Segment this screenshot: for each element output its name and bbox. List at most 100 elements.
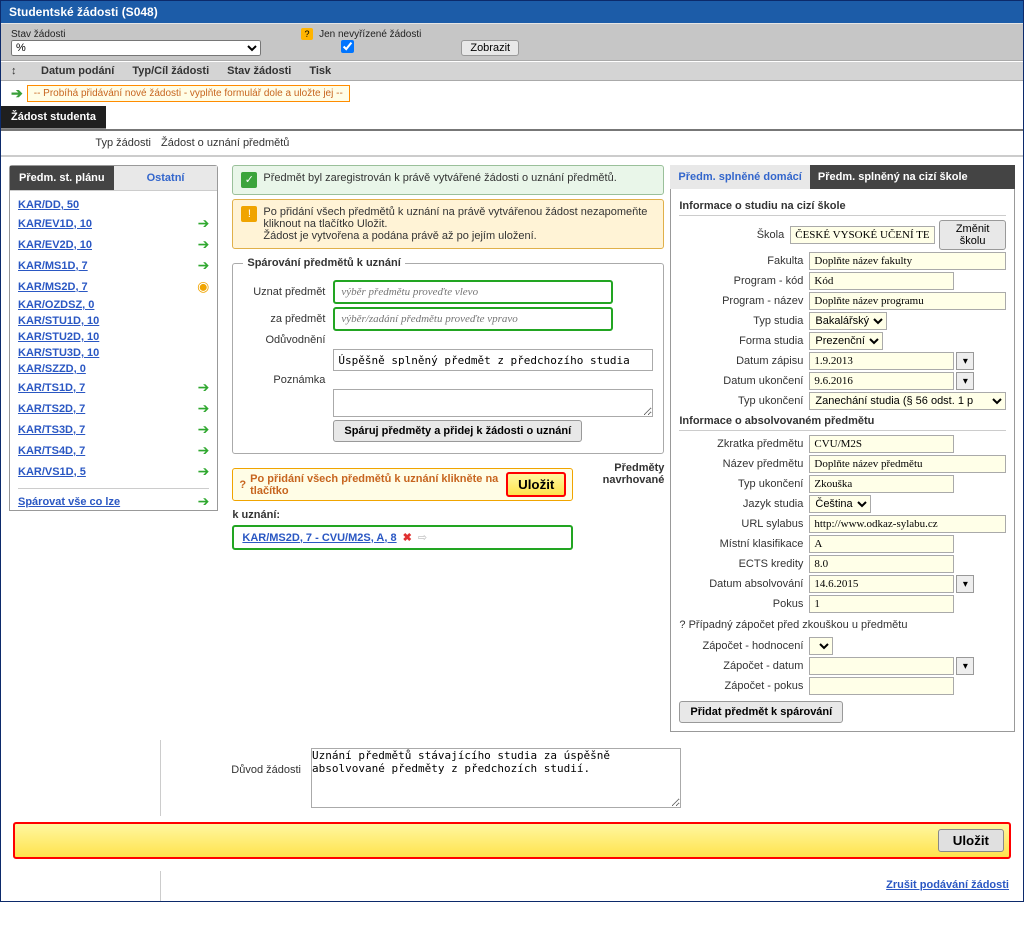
typ-ukonceni-select[interactable]: Zanechání studia (§ 56 odst. 1 p [809, 392, 1006, 410]
typ-studia-select[interactable]: Bakalářský [809, 312, 887, 330]
warn-icon: ! [241, 206, 257, 222]
list-item[interactable]: KAR/DD, 50 [18, 199, 79, 211]
shift-icon[interactable]: ⇨ [418, 531, 427, 544]
list-item[interactable]: KAR/STU3D, 10 [18, 347, 99, 359]
url-input[interactable] [809, 515, 1006, 533]
pridat-predmet-button[interactable]: Přidat předmět k spárování [679, 701, 843, 723]
help-icon[interactable]: ? [301, 28, 313, 40]
program-nazev-input[interactable] [809, 292, 1006, 310]
list-item[interactable]: KAR/SZZD, 0 [18, 363, 86, 375]
sparuj-button[interactable]: Spáruj předměty a přidej k žádosti o uzn… [333, 420, 582, 442]
reorder-icon[interactable]: ↕ [11, 65, 23, 77]
nazev-predmetu-input[interactable] [809, 455, 1006, 473]
ulozit-button[interactable]: Uložit [506, 472, 566, 497]
new-request-msg: -- Probíhá přidávání nové žádosti - vypl… [27, 85, 350, 102]
uznat-input[interactable] [333, 280, 613, 304]
list-item[interactable]: KAR/MS1D, 7 [18, 260, 88, 272]
main-save-bar: Uložit [13, 822, 1011, 859]
zadost-studenta-tab: Žádost studenta [1, 106, 106, 129]
oduv-input[interactable] [333, 349, 653, 371]
check-icon: ✓ [241, 172, 257, 188]
warn-icon: ◉ [197, 278, 209, 295]
sparovat-vse[interactable]: Spárovat vše co lze [18, 496, 120, 508]
calendar-icon[interactable]: ▾ [956, 657, 974, 675]
main-ulozit-button[interactable]: Uložit [938, 829, 1004, 852]
datum-ukonceni-input[interactable] [809, 372, 954, 390]
list-item[interactable]: KAR/OZDSZ, 0 [18, 299, 94, 311]
tab-predm-planu[interactable]: Předm. st. plánu [10, 166, 114, 190]
zrusit-link[interactable]: Zrušit podávání žádosti [886, 879, 1009, 891]
grid-header: ↕ Datum podání Typ/Cíl žádosti Stav žádo… [1, 61, 1023, 81]
zapocet-datum-input[interactable] [809, 657, 954, 675]
help-icon[interactable]: ? [239, 479, 246, 491]
stav-select[interactable]: % [11, 40, 261, 56]
proposed-item: KAR/MS2D, 7 - CVU/M2S, A, 8 ✖ ⇨ [232, 525, 573, 550]
zobrazit-button[interactable]: Zobrazit [461, 40, 519, 56]
list-item[interactable]: KAR/MS2D, 7 [18, 281, 88, 293]
zkratka-input[interactable] [809, 435, 954, 453]
list-item[interactable]: KAR/STU1D, 10 [18, 315, 99, 327]
save-hint: Po přidání všech předmětů k uznání klikn… [250, 473, 506, 497]
arrow-icon: ➔ [198, 215, 210, 232]
section-absolvovany: Informace o absolvovaném předmětu [679, 412, 1006, 431]
proposed-link[interactable]: KAR/MS2D, 7 - CVU/M2S, A, 8 [242, 532, 396, 544]
arrow-icon: ➔ [198, 493, 210, 510]
skola-input[interactable] [790, 226, 935, 244]
help-icon[interactable]: ? [679, 619, 685, 631]
zapocet-hodnoceni-select[interactable] [809, 637, 833, 655]
datum-zapisu-input[interactable] [809, 352, 954, 370]
list-item[interactable]: KAR/TS3D, 7 [18, 424, 85, 436]
new-request-row: ➔ -- Probíhá přidávání nové žádosti - vy… [1, 81, 1023, 106]
info-box: ✓ Předmět byl zaregistrován k právě vytv… [232, 165, 664, 195]
jazyk-select[interactable]: Čeština [809, 495, 871, 513]
calendar-icon[interactable]: ▾ [956, 575, 974, 593]
program-kod-input[interactable] [809, 272, 954, 290]
typ-ukonceni2-input[interactable] [809, 475, 954, 493]
zapocet-note: Případný zápočet před zkouškou u předmět… [689, 619, 908, 631]
arrow-icon: ➔ [198, 400, 210, 417]
col-stav[interactable]: Stav žádosti [227, 65, 291, 77]
zmenit-skolu-button[interactable]: Změnit školu [939, 220, 1006, 250]
subject-list[interactable]: KAR/DD, 50 KAR/EV1D, 10 ➔ KAR/EV2D, 10 ➔ K… [10, 190, 217, 510]
arrow-icon: ➔ [198, 442, 210, 459]
list-item[interactable]: KAR/TS2D, 7 [18, 403, 85, 415]
oduv-label: Odůvodnění [243, 334, 333, 346]
tab-splneny-cizi[interactable]: Předm. splněný na cizí škole [810, 165, 1015, 189]
pozn-input[interactable] [333, 389, 653, 417]
warn-box: ! Po přidání všech předmětů k uznání na … [232, 199, 664, 249]
list-item[interactable]: KAR/EV1D, 10 [18, 218, 92, 230]
forma-select[interactable]: Prezenční [809, 332, 883, 350]
duvod-textarea[interactable]: Uznání předmětů stávajícího studia za ús… [311, 748, 681, 808]
sparovani-fieldset: Spárování předmětů k uznání Uznat předmě… [232, 257, 664, 454]
arrow-icon: ➔ [198, 236, 210, 253]
list-item[interactable]: KAR/EV2D, 10 [18, 239, 92, 251]
jen-checkbox[interactable] [341, 40, 354, 53]
uznat-label: Uznat předmět [243, 286, 333, 298]
fakulta-input[interactable] [809, 252, 1006, 270]
col-typ[interactable]: Typ/Cíl žádosti [132, 65, 209, 77]
pokus-input[interactable] [809, 595, 954, 613]
tab-splnene-domaci[interactable]: Předm. splněné domácí [670, 165, 809, 189]
list-item[interactable]: KAR/VS1D, 5 [18, 466, 86, 478]
list-item[interactable]: KAR/TS4D, 7 [18, 445, 85, 457]
zapocet-pokus-input[interactable] [809, 677, 954, 695]
arrow-icon: ➔ [198, 257, 210, 274]
datum-absolv-input[interactable] [809, 575, 954, 593]
section-cizi-skola: Informace o studiu na cizí škole [679, 197, 1006, 216]
ects-input[interactable] [809, 555, 954, 573]
list-item[interactable]: KAR/TS1D, 7 [18, 382, 85, 394]
jen-label: Jen nevyřízené žádosti [319, 29, 421, 40]
arrow-icon: ➔ [198, 463, 210, 480]
remove-icon[interactable]: ✖ [403, 531, 412, 544]
typ-zadosti-label: Typ žádosti [1, 131, 161, 155]
klasifikace-input[interactable] [809, 535, 954, 553]
col-tisk[interactable]: Tisk [309, 65, 331, 77]
za-input[interactable] [333, 307, 613, 331]
calendar-icon[interactable]: ▾ [956, 372, 974, 390]
list-item[interactable]: KAR/STU2D, 10 [18, 331, 99, 343]
k-uznani-label: k uznání: [232, 509, 573, 521]
col-datum[interactable]: Datum podání [41, 65, 114, 77]
calendar-icon[interactable]: ▾ [956, 352, 974, 370]
arrow-icon: ➔ [198, 379, 210, 396]
tab-ostatni[interactable]: Ostatní [114, 166, 218, 190]
